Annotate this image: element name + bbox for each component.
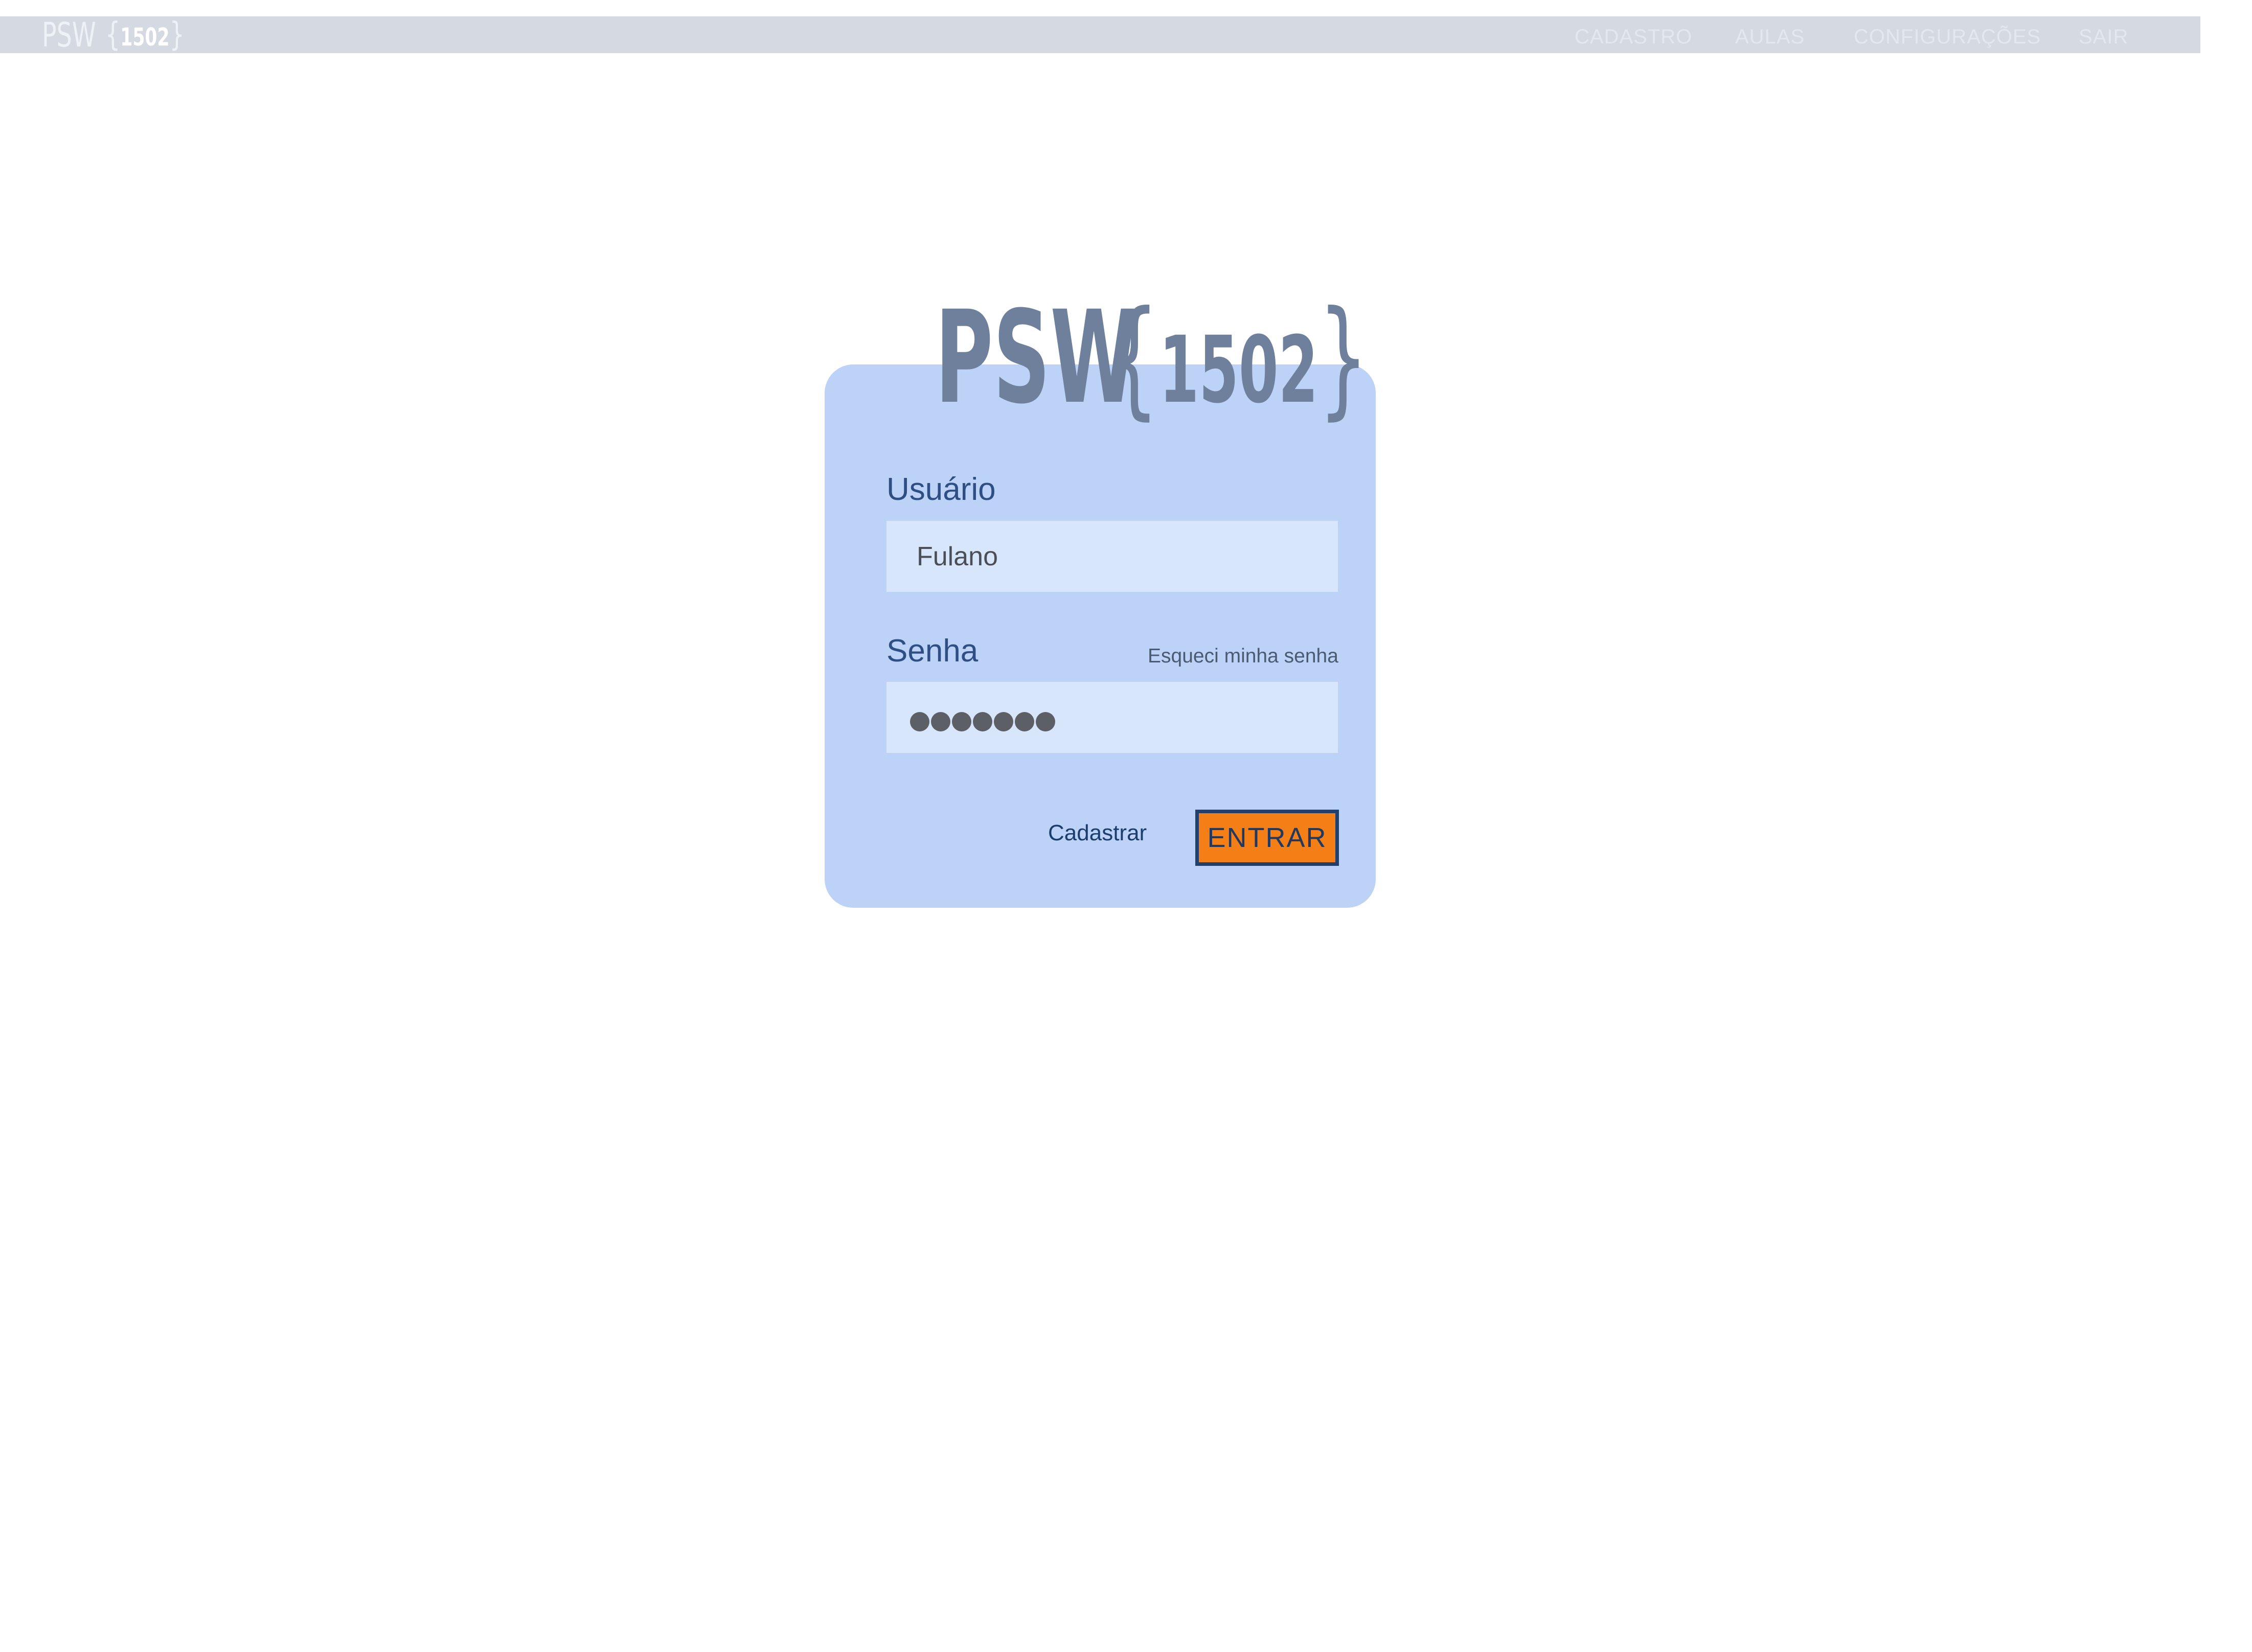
password-dot: [994, 712, 1013, 731]
top-navbar: PSW {1502} CADASTRO AULAS CONFIGURAÇÕES …: [0, 15, 2200, 55]
password-dot: [931, 712, 950, 731]
nav-item-sair[interactable]: SAIR: [2079, 16, 2128, 53]
register-link[interactable]: Cadastrar: [1048, 820, 1147, 846]
nav-item-configuracoes[interactable]: CONFIGURAÇÕES: [1854, 16, 2041, 53]
password-dot: [1015, 712, 1034, 731]
navbar-logo-text: PSW: [42, 15, 96, 55]
login-logo-number: {1502}: [1109, 283, 1369, 432]
username-label: Usuário: [886, 472, 996, 507]
enter-button[interactable]: ENTRAR: [1195, 810, 1339, 866]
forgot-password-link[interactable]: Esqueci minha senha: [1148, 645, 1338, 668]
password-dot: [952, 712, 971, 731]
password-dot: [910, 712, 929, 731]
password-dot: [973, 712, 992, 731]
nav-item-aulas[interactable]: AULAS: [1735, 16, 1805, 53]
password-dot: [1036, 712, 1055, 731]
navbar-logo[interactable]: PSW {1502}: [42, 15, 215, 55]
password-mask: [910, 706, 1055, 737]
nav-item-cadastro[interactable]: CADASTRO: [1575, 16, 1692, 53]
navbar-logo-number: {1502}: [105, 16, 185, 54]
login-logo: PSW {1502}: [935, 294, 1528, 422]
login-logo-text: PSW: [935, 283, 1138, 432]
username-input[interactable]: [886, 521, 1338, 592]
password-label: Senha: [886, 633, 979, 669]
